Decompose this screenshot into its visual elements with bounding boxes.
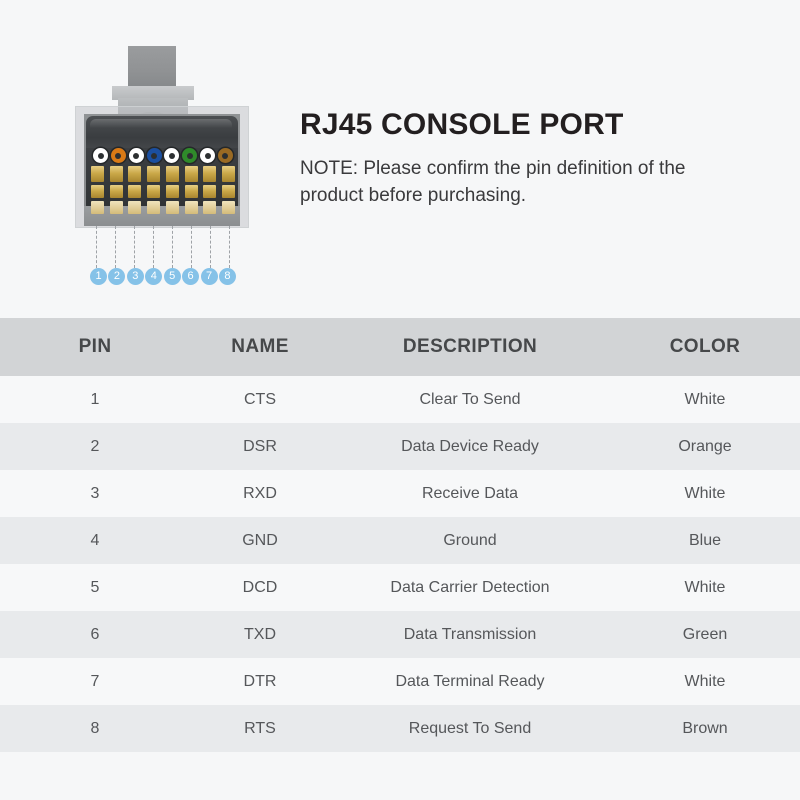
cell-name: TXD: [190, 626, 330, 644]
cell-name: GND: [190, 532, 330, 550]
leader-line-2: [115, 226, 116, 268]
gold-contacts: [91, 166, 235, 214]
cell-color: Blue: [610, 532, 800, 550]
pin-badge-7: 7: [201, 268, 218, 285]
hero-text-block: RJ45 CONSOLE PORT NOTE: Please confirm t…: [300, 108, 740, 210]
leader-line-3: [134, 226, 135, 268]
cell-name: RXD: [190, 485, 330, 503]
cell-name: DSR: [190, 438, 330, 456]
table-body: 1CTSClear To SendWhite2DSRData Device Re…: [0, 376, 800, 752]
column-header-pin: PIN: [0, 336, 190, 358]
hero-section: 1 2 3 4 5 6 7 8 RJ45 CONSOLE PORT NOTE: …: [0, 0, 800, 318]
contact-4: [147, 166, 160, 214]
table-row: 2DSRData Device ReadyOrange: [0, 423, 800, 470]
pin-badge-1: 1: [90, 268, 107, 285]
leader-line-1: [96, 226, 97, 268]
wire-dot-8: [218, 148, 233, 163]
cell-color: White: [610, 579, 800, 597]
leader-line-7: [210, 226, 211, 268]
cell-name: DCD: [190, 579, 330, 597]
table-row: 7DTRData Terminal ReadyWhite: [0, 658, 800, 705]
cell-color: Orange: [610, 438, 800, 456]
column-header-color: COLOR: [610, 336, 800, 358]
table-row: 5DCDData Carrier DetectionWhite: [0, 564, 800, 611]
wire-dot-5: [164, 148, 179, 163]
cell-pin: 3: [0, 485, 190, 503]
leader-line-8: [229, 226, 230, 268]
wire-dot-6: [182, 148, 197, 163]
leader-line-5: [172, 226, 173, 268]
cell-pin: 2: [0, 438, 190, 456]
cell-description: Receive Data: [330, 485, 610, 503]
cell-description: Clear To Send: [330, 391, 610, 409]
connector-latch-tab-icon: [128, 46, 176, 88]
wire-dot-2: [111, 148, 126, 163]
cell-description: Ground: [330, 532, 610, 550]
connector-hood-highlight: [90, 119, 232, 128]
cell-pin: 6: [0, 626, 190, 644]
cell-pin: 5: [0, 579, 190, 597]
leader-line-6: [191, 226, 192, 268]
cell-color: Brown: [610, 720, 800, 738]
cell-color: Green: [610, 626, 800, 644]
pin-leader-lines: [96, 226, 230, 268]
table-row: 3RXDReceive DataWhite: [0, 470, 800, 517]
table-header-row: PIN NAME DESCRIPTION COLOR: [0, 318, 800, 376]
page-title: RJ45 CONSOLE PORT: [300, 108, 740, 142]
cell-name: DTR: [190, 673, 330, 691]
rj45-connector-illustration: 1 2 3 4 5 6 7 8: [60, 36, 290, 296]
cell-name: RTS: [190, 720, 330, 738]
cell-color: White: [610, 673, 800, 691]
cell-pin: 1: [0, 391, 190, 409]
cell-description: Data Transmission: [330, 626, 610, 644]
contact-2: [110, 166, 123, 214]
contact-8: [222, 166, 235, 214]
wire-color-dots: [93, 148, 233, 168]
table-row: 1CTSClear To SendWhite: [0, 376, 800, 423]
leader-line-4: [153, 226, 154, 268]
cell-description: Data Device Ready: [330, 438, 610, 456]
pin-badge-6: 6: [182, 268, 199, 285]
contact-5: [166, 166, 179, 214]
hero-note: NOTE: Please confirm the pin definition …: [300, 156, 740, 210]
cell-pin: 7: [0, 673, 190, 691]
table-row: 6TXDData TransmissionGreen: [0, 611, 800, 658]
column-header-description: DESCRIPTION: [330, 336, 610, 358]
contact-7: [203, 166, 216, 214]
pinout-table: PIN NAME DESCRIPTION COLOR 1CTSClear To …: [0, 318, 800, 752]
pin-badge-5: 5: [164, 268, 181, 285]
cell-name: CTS: [190, 391, 330, 409]
wire-dot-7: [200, 148, 215, 163]
contact-1: [91, 166, 104, 214]
cell-description: Data Carrier Detection: [330, 579, 610, 597]
contact-3: [128, 166, 141, 214]
column-header-name: NAME: [190, 336, 330, 358]
table-row: 4GNDGroundBlue: [0, 517, 800, 564]
wire-dot-3: [129, 148, 144, 163]
pin-badge-4: 4: [145, 268, 162, 285]
cell-description: Data Terminal Ready: [330, 673, 610, 691]
cell-pin: 8: [0, 720, 190, 738]
cell-color: White: [610, 485, 800, 503]
cell-pin: 4: [0, 532, 190, 550]
wire-dot-4: [147, 148, 162, 163]
cell-description: Request To Send: [330, 720, 610, 738]
pin-badge-8: 8: [219, 268, 236, 285]
pin-badge-2: 2: [108, 268, 125, 285]
wire-dot-1: [93, 148, 108, 163]
cell-color: White: [610, 391, 800, 409]
pin-badge-3: 3: [127, 268, 144, 285]
contact-6: [185, 166, 198, 214]
table-row: 8RTSRequest To SendBrown: [0, 705, 800, 752]
pin-number-badges: 1 2 3 4 5 6 7 8: [90, 266, 236, 286]
